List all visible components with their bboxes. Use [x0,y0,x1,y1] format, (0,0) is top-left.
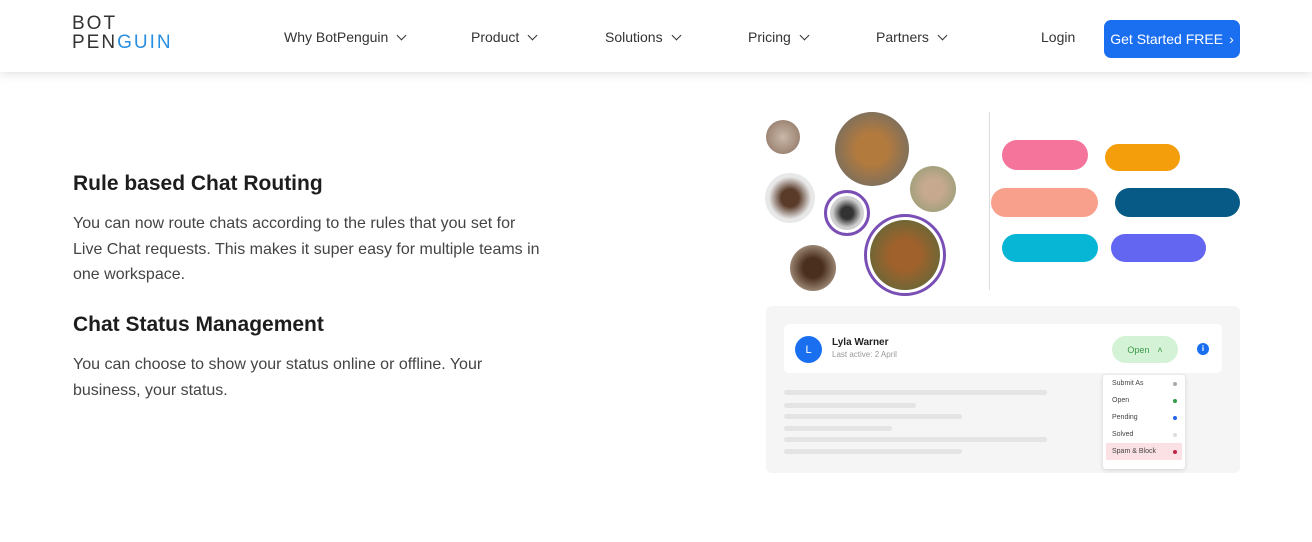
status-option-solved[interactable]: Solved [1103,426,1185,443]
nav-partners[interactable]: Partners [876,29,948,45]
nav-pricing[interactable]: Pricing [748,29,810,45]
status-dot [1173,415,1177,420]
placeholder-line [784,426,892,431]
avatar [766,120,800,154]
status-option-pending[interactable]: Pending [1103,409,1185,426]
header: BOT PENGUIN Why BotPenguin Product Soluti… [0,0,1312,72]
route-pill [1105,144,1180,171]
get-started-button[interactable]: Get Started FREE › [1104,20,1240,58]
status-dot [1173,432,1177,437]
contact-row: L Lyla Warner Last active: 2 April Open ˄… [784,324,1222,373]
status-dot [1173,398,1177,403]
avatar [765,173,815,223]
avatar-selected [864,214,946,296]
placeholder-line [784,449,962,454]
connector-line [989,112,990,290]
chevron-right-icon: › [1229,31,1234,47]
avatar [835,112,909,186]
placeholder-line [784,414,962,419]
login-link[interactable]: Login [1041,29,1075,45]
route-pill [991,188,1098,217]
nav-product[interactable]: Product [471,29,538,45]
status-option-open[interactable]: Open [1103,392,1185,409]
chevron-up-icon: ˄ [1157,344,1163,355]
status-dot [1173,449,1177,454]
route-pill [1111,234,1206,262]
chat-status-card: L Lyla Warner Last active: 2 April Open ˄… [766,306,1240,473]
status-option-spam-block[interactable]: Spam & Block [1106,443,1182,460]
nav-why-botpenguin[interactable]: Why BotPenguin [284,29,407,45]
status-option-submit-as[interactable]: Submit As [1103,375,1185,392]
contact-name: Lyla Warner [832,337,889,348]
feature-text: You can now route chats according to the… [73,215,540,283]
placeholder-line [784,437,1047,442]
status-menu: Submit As Open Pending Solved Spam & Blo… [1103,375,1185,469]
avatar-selected [824,190,870,236]
status-dot [1173,381,1177,386]
placeholder-line [784,390,1047,395]
chevron-down-icon [396,30,407,40]
nav-solutions[interactable]: Solutions [605,29,682,45]
chevron-down-icon [799,30,810,40]
route-pill [1115,188,1240,217]
chevron-down-icon [937,30,948,40]
avatar [910,166,956,212]
avatar: L [795,336,822,363]
last-active: Last active: 2 April [832,350,897,359]
avatar [790,245,836,291]
route-pill [1002,234,1098,262]
route-pill [1002,140,1088,170]
feature-text: You can choose to show your status onlin… [73,356,483,399]
status-dropdown[interactable]: Open ˄ [1112,336,1178,363]
placeholder-line [784,403,916,408]
chevron-down-icon [671,30,682,40]
feature-title: Rule based Chat Routing [73,172,323,195]
logo[interactable]: BOT PENGUIN [72,14,173,52]
feature-title: Chat Status Management [73,313,324,336]
info-icon[interactable]: i [1197,343,1209,355]
chevron-down-icon [527,30,538,40]
